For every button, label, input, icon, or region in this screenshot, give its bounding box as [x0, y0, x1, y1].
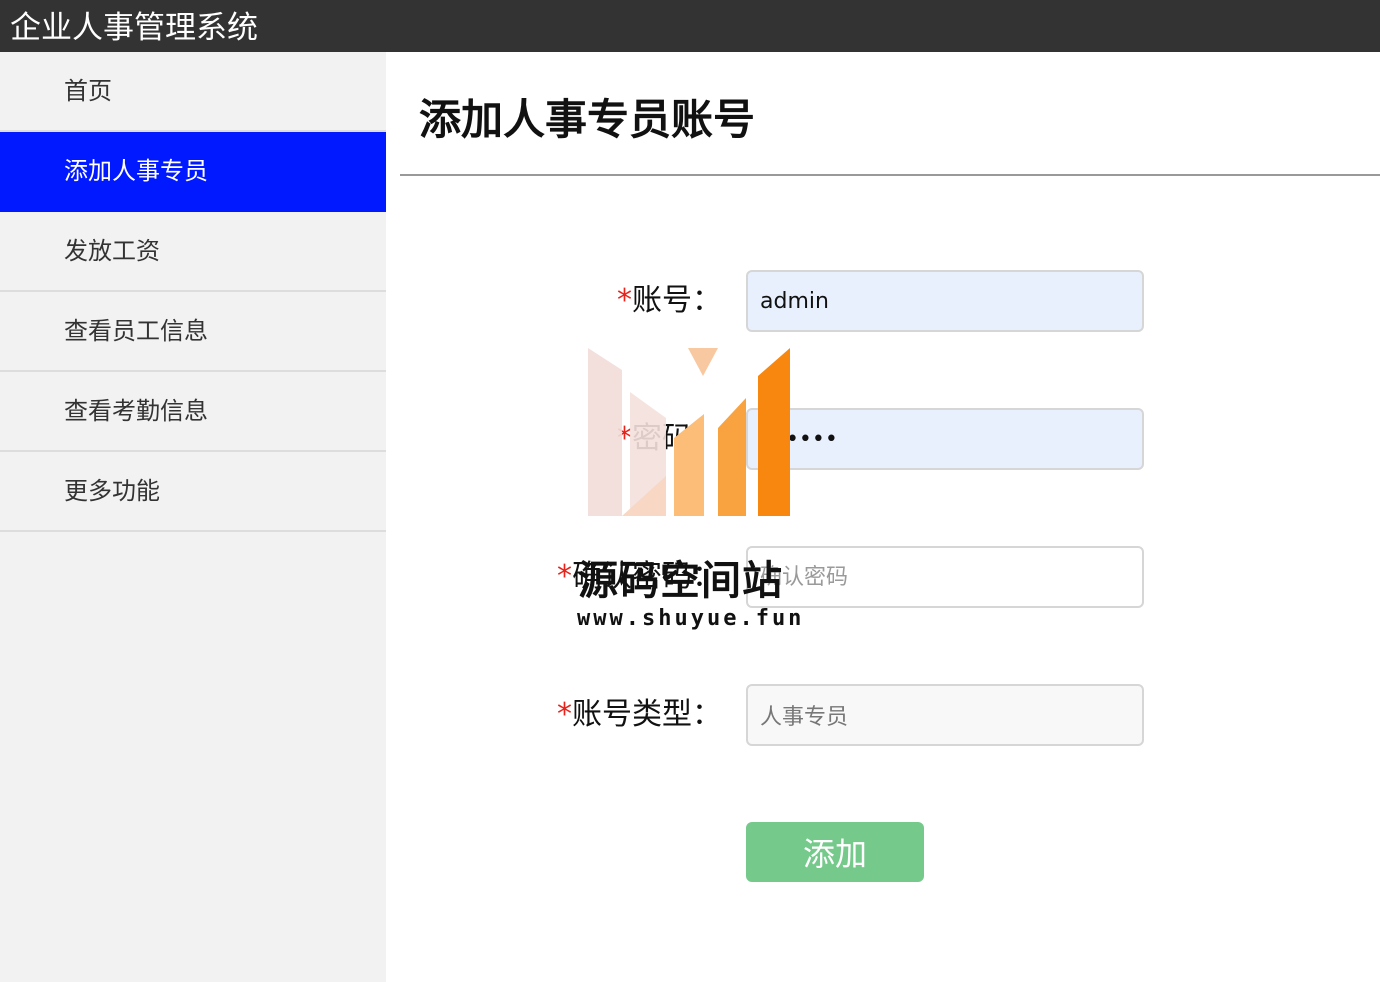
password-input[interactable] [746, 408, 1144, 470]
sidebar-item-home[interactable]: 首页 [0, 52, 386, 132]
password-label: *密码： [617, 408, 722, 470]
page-title: 添加人事专员账号 [419, 95, 756, 144]
account-label-text: 账号： [632, 283, 722, 318]
sidebar-item-employee-info[interactable]: 查看员工信息 [0, 292, 386, 372]
confirm-password-row: *确认密码： [386, 546, 1380, 608]
account-type-row: *账号类型： [386, 684, 1380, 746]
sidebar-item-attendance-info[interactable]: 查看考勤信息 [0, 372, 386, 452]
account-input[interactable] [746, 270, 1144, 332]
account-type-label-text: 账号类型： [572, 697, 722, 732]
app-title: 企业人事管理系统 [10, 10, 258, 46]
sidebar-item-pay-salary[interactable]: 发放工资 [0, 212, 386, 292]
sidebar: 首页 添加人事专员 发放工资 查看员工信息 查看考勤信息 更多功能 [0, 52, 386, 982]
confirm-password-label-text: 确认密码： [572, 559, 722, 594]
account-type-label: *账号类型： [557, 684, 722, 746]
add-button[interactable]: 添加 [746, 822, 924, 882]
required-mark: * [557, 697, 572, 732]
confirm-password-label: *确认密码： [557, 546, 722, 608]
confirm-password-input[interactable] [746, 546, 1144, 608]
required-mark: * [617, 421, 632, 456]
sidebar-item-add-hr-staff[interactable]: 添加人事专员 [0, 132, 386, 212]
password-label-text: 密码： [632, 421, 722, 456]
required-mark: * [617, 283, 632, 318]
password-row: *密码： [386, 408, 1380, 470]
account-label: *账号： [617, 270, 722, 332]
account-row: *账号： [386, 270, 1380, 332]
main-content: 添加人事专员账号 *账号： *密码： *确认密码： *账号类型： 添加 [386, 52, 1380, 982]
sidebar-item-more-features[interactable]: 更多功能 [0, 452, 386, 532]
title-divider [400, 174, 1380, 176]
top-bar: 企业人事管理系统 [0, 0, 1380, 52]
account-type-input[interactable] [746, 684, 1144, 746]
required-mark: * [557, 559, 572, 594]
